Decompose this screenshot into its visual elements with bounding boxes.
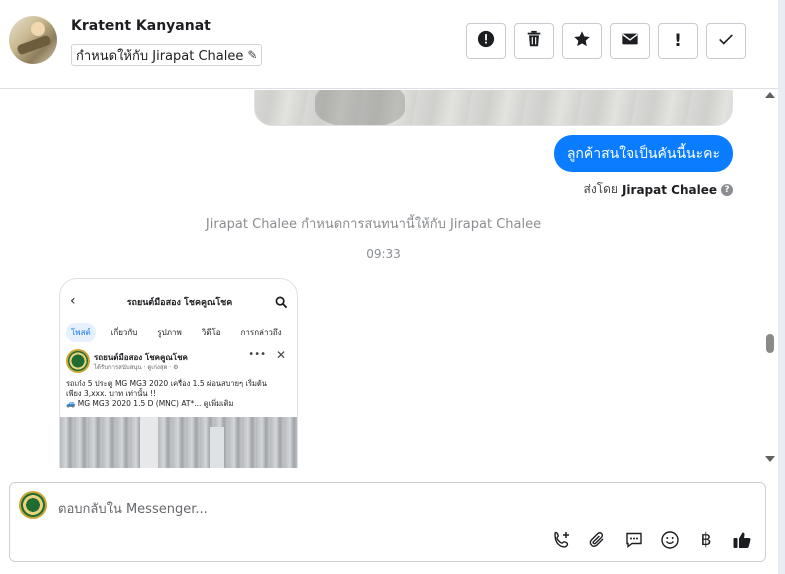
add-call-icon[interactable] xyxy=(551,529,573,551)
emoji-icon[interactable] xyxy=(659,529,681,551)
done-button[interactable] xyxy=(706,23,746,59)
post-page-title: รถยนต์มือสอง โชคคูณโชค xyxy=(126,298,233,308)
pencil-icon: ✎ xyxy=(247,48,258,62)
previous-photo-message[interactable] xyxy=(254,90,733,126)
post-tab: วิดีโอ xyxy=(201,328,221,337)
attachment-icon[interactable] xyxy=(587,529,609,551)
page-logo xyxy=(66,349,90,373)
window-edge xyxy=(778,0,785,574)
post-tab: เกี่ยวกับ xyxy=(110,328,138,337)
contact-avatar[interactable] xyxy=(9,16,57,64)
search-icon xyxy=(275,294,289,309)
star-icon xyxy=(573,30,591,52)
scroll-up-icon[interactable] xyxy=(765,92,775,98)
outgoing-message-bubble[interactable]: ลูกค้าสนใจเป็นคันนี้นะคะ xyxy=(553,135,733,172)
check-icon xyxy=(717,30,735,52)
assign-label: กำหนดให้กับ Jirapat Chalee xyxy=(76,48,244,64)
chat-scrollbar[interactable] xyxy=(762,90,778,468)
post-image xyxy=(60,417,297,468)
info-icon[interactable]: ? xyxy=(721,183,733,196)
composer-toolbar: ฿ xyxy=(551,529,753,551)
post-text-line: รถเก๋ง 5 ประตู MG MG3 2020 เครื่อง 1.5 ผ… xyxy=(66,379,267,388)
page-avatar xyxy=(19,491,47,519)
header-actions: ! xyxy=(466,23,746,59)
close-icon: ✕ xyxy=(275,348,286,362)
contact-name[interactable]: Kratent Kanyanat xyxy=(71,18,211,34)
saved-replies-icon[interactable] xyxy=(623,529,645,551)
trash-icon xyxy=(525,30,543,52)
sent-by-label: ส่งโดย Jirapat Chalee ? xyxy=(583,180,733,199)
reply-input[interactable]: ตอบกลับใน Messenger... xyxy=(58,498,208,519)
message-timestamp: 09:33 xyxy=(366,247,401,261)
post-text: รถเก๋ง 5 ประตู MG MG3 2020 เครื่อง 1.5 ผ… xyxy=(66,379,296,409)
envelope-icon xyxy=(621,30,639,52)
sent-by-prefix: ส่งโดย xyxy=(583,182,618,196)
reply-composer[interactable]: ตอบกลับใน Messenger... ฿ xyxy=(9,482,766,562)
shared-post-screenshot[interactable]: ‹ รถยนต์มือสอง โชคคูณโชค โพสต์ เกี่ยวกับ… xyxy=(59,278,298,468)
star-button[interactable] xyxy=(562,23,602,59)
alert-circle-icon xyxy=(477,30,495,52)
messenger-conversation: Kratent Kanyanat กำหนดให้กับ Jirapat Cha… xyxy=(0,0,785,574)
conversation-header: Kratent Kanyanat กำหนดให้กับ Jirapat Cha… xyxy=(0,0,778,89)
spam-button[interactable] xyxy=(466,23,506,59)
scroll-thumb[interactable] xyxy=(766,334,774,353)
exclamation-icon: ! xyxy=(674,31,682,51)
more-icon: ••• xyxy=(248,349,266,360)
post-tab: การกล่าวถึง xyxy=(240,328,282,337)
post-text-line: 🚙 MG MG3 2020 1.5 D (MNC) AT*... ดูเพิ่ม… xyxy=(66,399,234,408)
scroll-down-icon[interactable] xyxy=(765,456,775,462)
like-icon[interactable] xyxy=(731,529,753,551)
assign-button[interactable]: กำหนดให้กับ Jirapat Chalee ✎ xyxy=(71,44,263,66)
post-tabs: โพสต์ เกี่ยวกับ รูปภาพ วิดีโอ การกล่าวถึ… xyxy=(66,323,287,342)
delete-button[interactable] xyxy=(514,23,554,59)
post-header: รถยนต์มือสอง โชคคูณโชค ได้รับการสนับสนุน… xyxy=(66,348,294,375)
sent-by-name: Jirapat Chalee xyxy=(621,182,717,197)
baht-icon[interactable]: ฿ xyxy=(695,529,717,551)
message-list[interactable]: ลูกค้าสนใจเป็นคันนี้นะคะ ส่งโดย Jirapat … xyxy=(0,90,762,468)
post-topbar: ‹ รถยนต์มือสอง โชคคูณโชค xyxy=(60,293,297,315)
system-assignment-note: Jirapat Chalee กำหนดการสนทนานี้ให้กับ Ji… xyxy=(205,217,542,232)
important-button[interactable]: ! xyxy=(658,23,698,59)
post-tab: โพสต์ xyxy=(66,323,96,342)
post-page-sub: ได้รับการสนับสนุน · ดูเก่งสุด · ⚙ xyxy=(94,364,179,371)
mark-unread-button[interactable] xyxy=(610,23,650,59)
post-tab: รูปภาพ xyxy=(157,328,182,337)
post-text-line: เพียง 3,xxx. บาท เท่านั้น !! xyxy=(66,389,156,398)
